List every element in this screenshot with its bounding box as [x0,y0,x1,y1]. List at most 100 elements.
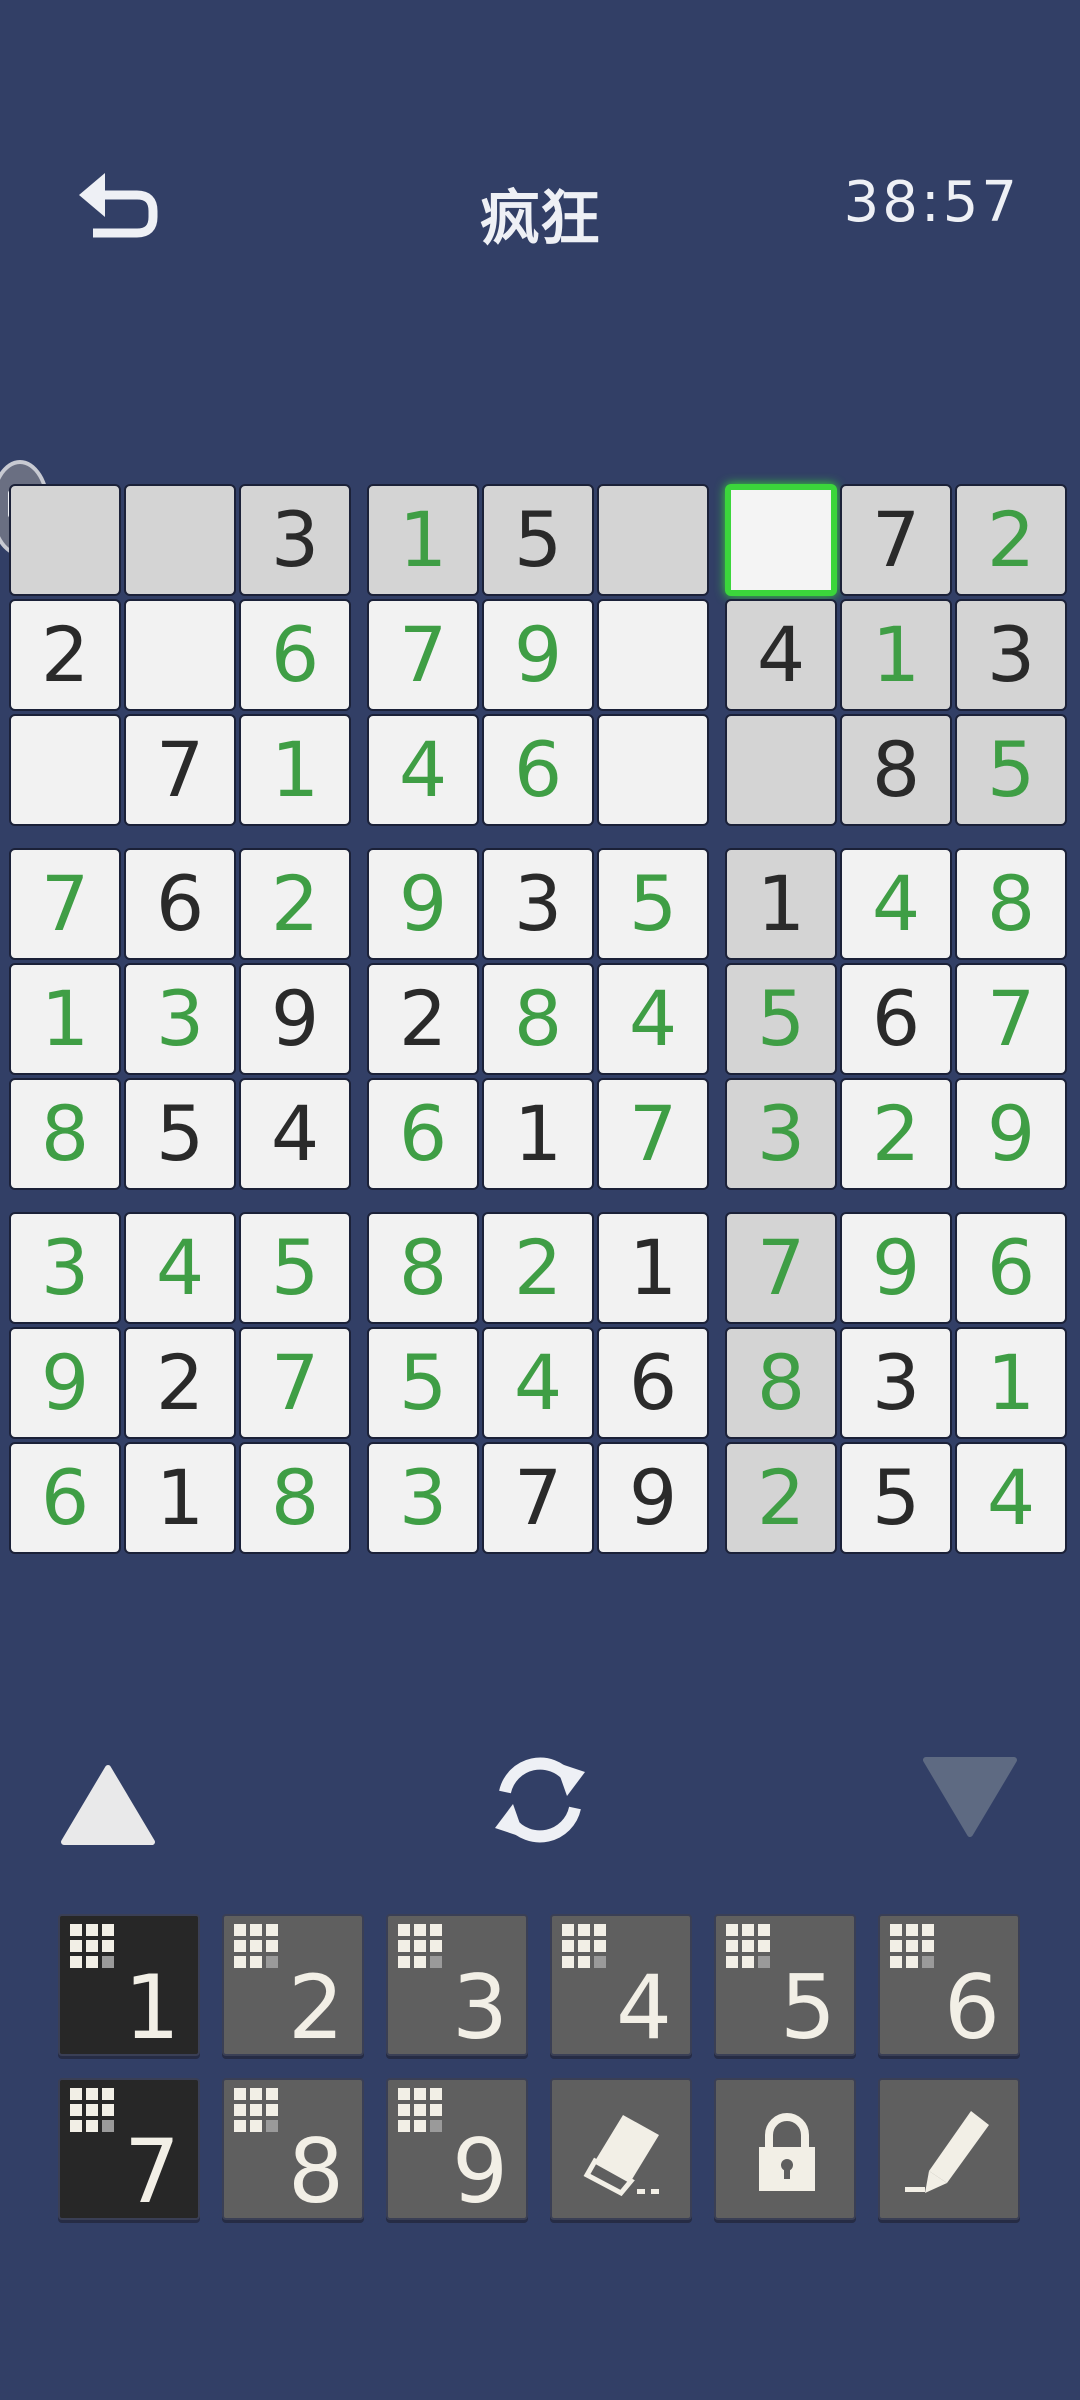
sudoku-cell-r5c5[interactable]: 8 [482,963,594,1075]
sudoku-cell-r7c1[interactable]: 3 [9,1212,121,1324]
sudoku-cell-r2c5[interactable]: 9 [482,599,594,711]
sudoku-cell-r2c9[interactable]: 3 [955,599,1067,711]
digit-button-4[interactable]: 4 [550,1914,692,2056]
sudoku-cell-r9c4[interactable]: 3 [367,1442,479,1554]
sudoku-cell-r3c9[interactable]: 5 [955,714,1067,826]
sudoku-cell-r8c2[interactable]: 2 [124,1327,236,1439]
lock-button[interactable] [714,2078,856,2220]
sudoku-cell-r6c3[interactable]: 4 [239,1078,351,1190]
sudoku-cell-r8c5[interactable]: 4 [482,1327,594,1439]
sudoku-cell-r7c2[interactable]: 4 [124,1212,236,1324]
sudoku-cell-r9c6[interactable]: 9 [597,1442,709,1554]
digit-button-1[interactable]: 1 [58,1914,200,2056]
refresh-button[interactable] [485,1740,595,1860]
sudoku-cell-r2c7[interactable]: 4 [725,599,837,711]
sudoku-cell-r7c5[interactable]: 2 [482,1212,594,1324]
sudoku-cell-r3c8[interactable]: 8 [840,714,952,826]
sudoku-cell-r7c9[interactable]: 6 [955,1212,1067,1324]
sudoku-cell-r5c1[interactable]: 1 [9,963,121,1075]
sudoku-cell-r5c3[interactable]: 9 [239,963,351,1075]
sudoku-cell-r4c9[interactable]: 8 [955,848,1067,960]
eraser-button[interactable] [550,2078,692,2220]
sudoku-cell-r9c2[interactable]: 1 [124,1442,236,1554]
sudoku-cell-r4c3[interactable]: 2 [239,848,351,960]
sudoku-cell-r8c7[interactable]: 8 [725,1327,837,1439]
sudoku-cell-r1c6[interactable] [597,484,709,596]
sudoku-cell-r2c4[interactable]: 7 [367,599,479,711]
sudoku-cell-r3c1[interactable] [9,714,121,826]
pencil-button[interactable] [878,2078,1020,2220]
sudoku-cell-r5c9[interactable]: 7 [955,963,1067,1075]
sudoku-cell-r9c5[interactable]: 7 [482,1442,594,1554]
sudoku-cell-r4c7[interactable]: 1 [725,848,837,960]
sudoku-cell-r2c8[interactable]: 1 [840,599,952,711]
sudoku-cell-r3c5[interactable]: 6 [482,714,594,826]
sudoku-cell-r9c8[interactable]: 5 [840,1442,952,1554]
sudoku-cell-r4c1[interactable]: 7 [9,848,121,960]
sudoku-cell-r2c6[interactable] [597,599,709,711]
digit-button-3[interactable]: 3 [386,1914,528,2056]
sudoku-cell-r1c7[interactable] [725,484,837,596]
sudoku-cell-r9c3[interactable]: 8 [239,1442,351,1554]
sudoku-cell-r7c6[interactable]: 1 [597,1212,709,1324]
digit-button-7[interactable]: 7 [58,2078,200,2220]
sudoku-cell-r8c3[interactable]: 7 [239,1327,351,1439]
sudoku-cell-r3c4[interactable]: 4 [367,714,479,826]
sudoku-cell-r9c9[interactable]: 4 [955,1442,1067,1554]
sudoku-cell-r4c6[interactable]: 5 [597,848,709,960]
sudoku-cell-r8c4[interactable]: 5 [367,1327,479,1439]
sudoku-cell-r1c4[interactable]: 1 [367,484,479,596]
sudoku-cell-r2c2[interactable] [124,599,236,711]
digit-button-6[interactable]: 6 [878,1914,1020,2056]
sudoku-cell-r5c2[interactable]: 3 [124,963,236,1075]
sudoku-cell-r1c8[interactable]: 7 [840,484,952,596]
sudoku-cell-r5c7[interactable]: 5 [725,963,837,1075]
down-triangle-icon [923,1757,1017,1837]
sudoku-cell-r4c2[interactable]: 6 [124,848,236,960]
sudoku-cell-r7c3[interactable]: 5 [239,1212,351,1324]
sudoku-cell-r7c7[interactable]: 7 [725,1212,837,1324]
sudoku-cell-r6c4[interactable]: 6 [367,1078,479,1190]
sudoku-cell-r4c4[interactable]: 9 [367,848,479,960]
previous-button[interactable] [58,1740,158,1860]
sudoku-cell-r2c1[interactable]: 2 [9,599,121,711]
digit-button-8[interactable]: 8 [222,2078,364,2220]
sudoku-cell-r3c6[interactable] [597,714,709,826]
sudoku-cell-r6c9[interactable]: 9 [955,1078,1067,1190]
sudoku-cell-r6c2[interactable]: 5 [124,1078,236,1190]
sudoku-cell-r8c6[interactable]: 6 [597,1327,709,1439]
sudoku-cell-r8c9[interactable]: 1 [955,1327,1067,1439]
sudoku-cell-r2c3[interactable]: 6 [239,599,351,711]
sudoku-cell-r7c8[interactable]: 9 [840,1212,952,1324]
sudoku-cell-r1c3[interactable]: 3 [239,484,351,596]
sudoku-cell-r1c1[interactable] [9,484,121,596]
sudoku-cell-r3c2[interactable]: 7 [124,714,236,826]
sudoku-cell-r6c5[interactable]: 1 [482,1078,594,1190]
sudoku-cell-r5c6[interactable]: 4 [597,963,709,1075]
digit-button-2[interactable]: 2 [222,1914,364,2056]
next-button[interactable] [920,1740,1020,1860]
sudoku-cell-r4c5[interactable]: 3 [482,848,594,960]
sudoku-cell-r6c7[interactable]: 3 [725,1078,837,1190]
sudoku-cell-r7c4[interactable]: 8 [367,1212,479,1324]
sudoku-cell-r3c7[interactable] [725,714,837,826]
digit-label: 6 [944,1956,1000,2059]
sudoku-cell-r1c2[interactable] [124,484,236,596]
sudoku-cell-r6c1[interactable]: 8 [9,1078,121,1190]
sudoku-cell-r6c8[interactable]: 2 [840,1078,952,1190]
sudoku-cell-r1c5[interactable]: 5 [482,484,594,596]
digit-button-9[interactable]: 9 [386,2078,528,2220]
sudoku-cell-r5c8[interactable]: 6 [840,963,952,1075]
sudoku-cell-r5c4[interactable]: 2 [367,963,479,1075]
sudoku-cell-r1c9[interactable]: 2 [955,484,1067,596]
sudoku-cell-r9c7[interactable]: 2 [725,1442,837,1554]
sudoku-cell-r9c1[interactable]: 6 [9,1442,121,1554]
sudoku-cell-r6c6[interactable]: 7 [597,1078,709,1190]
mini-grid-icon [562,1924,606,1968]
sudoku-cell-r4c8[interactable]: 4 [840,848,952,960]
digit-button-5[interactable]: 5 [714,1914,856,2056]
sudoku-cell-r8c1[interactable]: 9 [9,1327,121,1439]
sudoku-cell-r8c8[interactable]: 3 [840,1327,952,1439]
sudoku-cell-r3c3[interactable]: 1 [239,714,351,826]
digit-label: 8 [288,2120,344,2223]
